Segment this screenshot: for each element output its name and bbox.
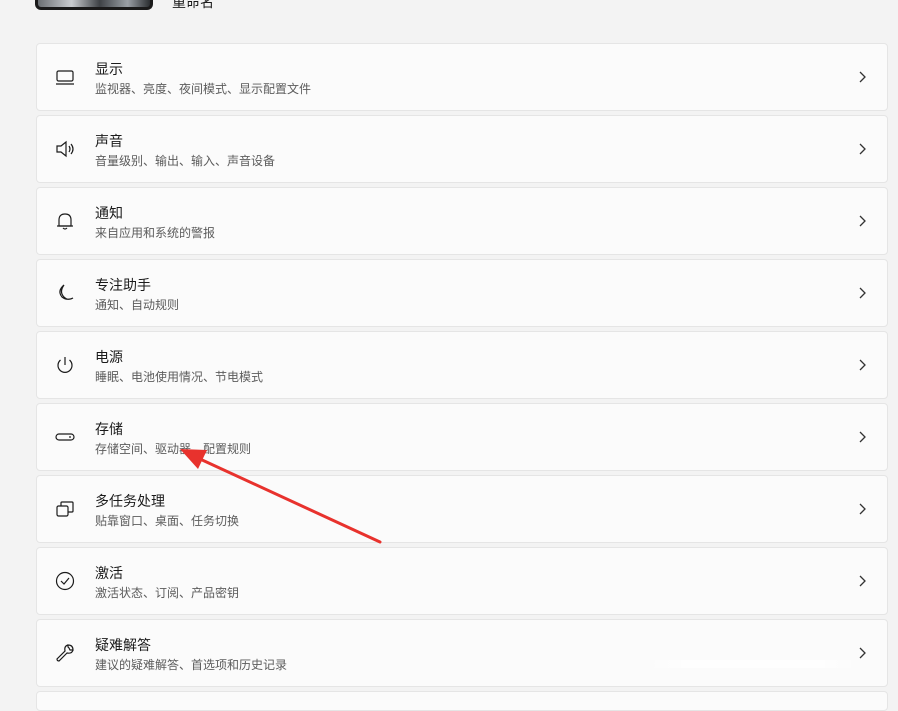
chevron-right-icon (857, 574, 867, 588)
rename-link[interactable]: 重命名 (172, 0, 214, 12)
setting-storage[interactable]: 存储 存储空间、驱动器、配置规则 (36, 403, 888, 471)
wrench-icon (54, 642, 76, 664)
activation-check-icon (54, 570, 76, 592)
setting-subtitle: 贴靠窗口、桌面、任务切换 (95, 514, 240, 528)
setting-subtitle: 通知、自动规则 (95, 298, 180, 312)
bell-icon (54, 210, 76, 232)
multitask-windows-icon (54, 498, 76, 520)
setting-title: 专注助手 (95, 278, 151, 294)
setting-title: 电源 (95, 350, 123, 366)
setting-title: 疑难解答 (95, 638, 151, 654)
chevron-right-icon (857, 70, 867, 84)
monitor-icon (54, 66, 76, 88)
setting-display[interactable]: 显示 监视器、亮度、夜间模式、显示配置文件 (36, 43, 888, 111)
chevron-right-icon (857, 214, 867, 228)
setting-subtitle: 监视器、亮度、夜间模式、显示配置文件 (95, 82, 312, 96)
chevron-right-icon (857, 502, 867, 516)
setting-multitasking[interactable]: 多任务处理 贴靠窗口、桌面、任务切换 (36, 475, 888, 543)
setting-title: 显示 (95, 62, 123, 78)
setting-subtitle: 音量级别、输出、输入、声音设备 (95, 154, 276, 168)
chevron-right-icon (857, 142, 867, 156)
chevron-right-icon (857, 358, 867, 372)
setting-title: 存储 (95, 422, 123, 438)
power-icon (54, 354, 76, 376)
chevron-right-icon (857, 430, 867, 444)
setting-title: 激活 (95, 566, 123, 582)
setting-focus-assist[interactable]: 专注助手 通知、自动规则 (36, 259, 888, 327)
setting-subtitle: 激活状态、订阅、产品密钥 (95, 586, 240, 600)
setting-activation[interactable]: 激活 激活状态、订阅、产品密钥 (36, 547, 888, 615)
setting-title: 通知 (95, 206, 123, 222)
setting-troubleshoot[interactable]: 疑难解答 建议的疑难解答、首选项和历史记录 (36, 619, 888, 687)
speaker-icon (54, 138, 76, 160)
settings-list: 显示 监视器、亮度、夜间模式、显示配置文件 声音 音量级别、输出、输入、声音设备… (36, 43, 888, 691)
setting-title: 多任务处理 (95, 494, 165, 510)
device-header: 重命名 (0, 0, 898, 20)
setting-subtitle: 建议的疑难解答、首选项和历史记录 (95, 658, 288, 672)
chevron-right-icon (857, 286, 867, 300)
setting-title: 声音 (95, 134, 123, 150)
chevron-right-icon (857, 646, 867, 660)
moon-icon (54, 282, 76, 304)
setting-subtitle: 来自应用和系统的警报 (95, 226, 216, 240)
setting-subtitle: 睡眠、电池使用情况、节电模式 (95, 370, 264, 384)
setting-sound[interactable]: 声音 音量级别、输出、输入、声音设备 (36, 115, 888, 183)
setting-notifications[interactable]: 通知 来自应用和系统的警报 (36, 187, 888, 255)
setting-row-partial[interactable] (36, 691, 888, 711)
device-wallpaper-thumbnail (35, 0, 153, 10)
storage-drive-icon (54, 426, 76, 448)
setting-subtitle: 存储空间、驱动器、配置规则 (95, 442, 252, 456)
setting-power[interactable]: 电源 睡眠、电池使用情况、节电模式 (36, 331, 888, 399)
watermark-overlay (648, 660, 858, 668)
